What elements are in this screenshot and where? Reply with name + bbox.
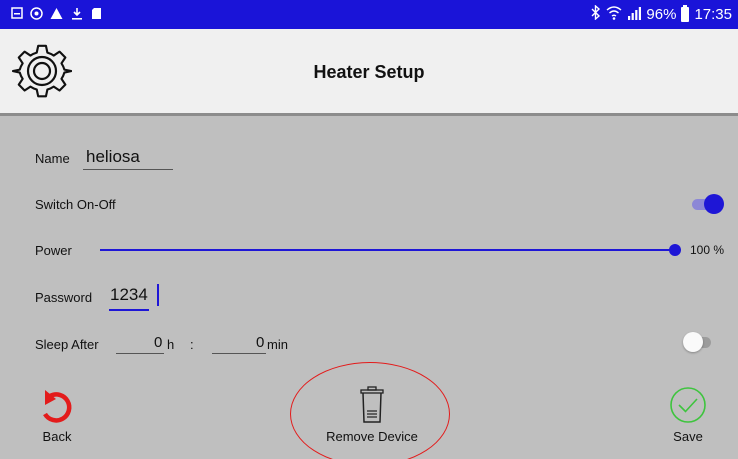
status-time: 17:35	[694, 6, 732, 23]
battery-percent: 96%	[646, 6, 677, 23]
signal-icon	[627, 6, 642, 24]
switch-toggle[interactable]	[692, 194, 724, 214]
bluetooth-icon	[590, 4, 601, 24]
power-slider-track[interactable]	[100, 249, 677, 251]
save-button[interactable]: Save	[664, 386, 712, 444]
text-cursor	[157, 284, 159, 306]
sleep-toggle[interactable]	[683, 332, 713, 352]
back-label: Back	[42, 429, 72, 444]
power-label: Power	[35, 243, 72, 258]
sleep-toggle-knob	[683, 332, 703, 352]
warning-icon	[50, 6, 63, 20]
checkmark-circle-icon	[664, 386, 712, 424]
sleep-hours-underline	[116, 353, 164, 354]
switch-label: Switch On-Off	[35, 197, 116, 212]
sync-icon	[30, 6, 43, 20]
sleep-minutes-field[interactable]: 0	[256, 334, 264, 351]
status-left-icons	[10, 6, 103, 20]
app-bar: Heater Setup	[0, 29, 738, 113]
password-label: Password	[35, 290, 93, 305]
sleep-hours-field[interactable]: 0	[154, 334, 162, 351]
remove-device-highlight-circle	[290, 362, 450, 459]
notification-icon	[10, 6, 23, 20]
switch-toggle-knob	[704, 194, 724, 214]
save-label: Save	[673, 429, 703, 444]
battery-icon	[681, 5, 690, 22]
power-value: 100 %	[690, 243, 725, 257]
sleep-minutes-unit: min	[267, 337, 288, 352]
wifi-icon	[606, 5, 622, 24]
status-bar: 96% 17:35	[0, 0, 738, 29]
page-title: Heater Setup	[313, 62, 425, 82]
name-field-underline	[83, 169, 173, 170]
status-right: 96% 17:35	[590, 4, 732, 24]
sleep-label: Sleep After	[35, 337, 99, 352]
sleep-hours-unit: h	[167, 337, 175, 352]
back-button[interactable]: Back	[28, 386, 86, 444]
download-icon	[70, 6, 83, 20]
sleep-minutes-underline	[212, 353, 266, 354]
password-field[interactable]: 1234	[110, 285, 148, 305]
power-slider-thumb[interactable]	[669, 244, 681, 256]
password-field-underline	[109, 309, 149, 311]
name-field[interactable]: heliosa	[86, 147, 140, 167]
sleep-separator: :	[190, 337, 194, 352]
undo-icon	[28, 386, 86, 424]
sd-card-icon	[90, 6, 103, 20]
name-label: Name	[35, 151, 70, 166]
